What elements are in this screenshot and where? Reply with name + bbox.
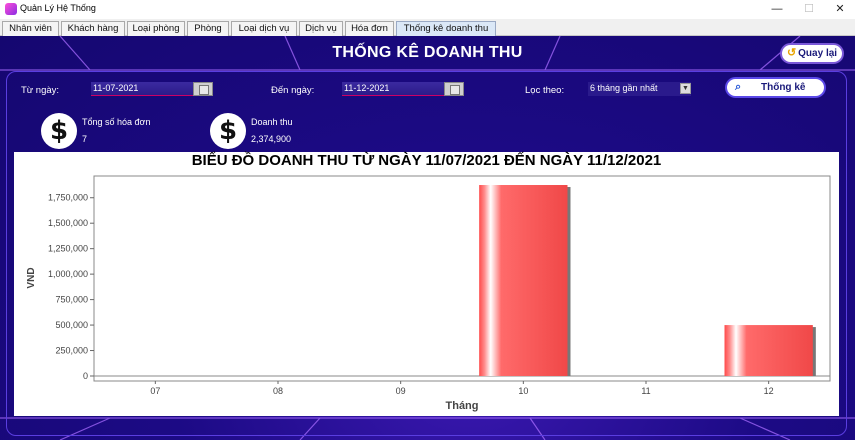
to-date-label: Đến ngày: <box>271 85 315 96</box>
bar <box>479 185 568 376</box>
y-tick-label: 0 <box>83 371 88 381</box>
back-button[interactable]: ↺ Quay lại <box>780 43 844 64</box>
statistics-panel: THỐNG KÊ DOANH THU ↺ Quay lại Từ ngày: 11… <box>0 36 855 440</box>
revenue-chart-panel: BIỂU ĐỒ DOANH THU TỪ NGÀY 11/07/2021 ĐẾN… <box>14 152 839 416</box>
revenue-value: 2,374,900 <box>251 134 292 144</box>
x-tick-label: 12 <box>764 386 774 396</box>
x-tick-label: 11 <box>641 386 650 396</box>
close-button[interactable]: ✕ <box>825 1 855 17</box>
tab-hoa-don[interactable]: Hóa đơn <box>345 21 394 36</box>
y-tick-label: 1,000,000 <box>48 269 88 279</box>
title-bar: Quản Lý Hệ Thống — ☐ ✕ <box>0 0 855 19</box>
page-title: THỐNG KÊ DOANH THU <box>332 44 523 61</box>
dollar-icon: $ <box>41 113 77 149</box>
app-icon <box>5 3 17 15</box>
chevron-down-icon[interactable]: ▼ <box>680 83 691 94</box>
invoice-count-label: Tổng số hóa đơn <box>82 117 151 127</box>
tab-khach-hang[interactable]: Khách hàng <box>61 21 125 36</box>
to-date-input[interactable]: 11-12-2021 <box>342 82 444 96</box>
x-axis-title: Tháng <box>446 400 479 412</box>
statistics-button-label: Thống kê <box>761 82 806 93</box>
tab-bar: Nhân viên Khách hàng Loại phòng Phòng Lo… <box>0 19 855 36</box>
y-tick-label: 250,000 <box>55 346 88 356</box>
tab-thong-ke-doanh-thu[interactable]: Thống kê doanh thu <box>396 21 496 36</box>
to-date-picker-button[interactable] <box>444 82 464 96</box>
x-tick-label: 07 <box>150 386 160 396</box>
tab-nhan-vien[interactable]: Nhân viên <box>2 21 59 36</box>
maximize-button[interactable]: ☐ <box>794 1 824 17</box>
filter-select-value: 6 tháng gần nhất <box>590 83 658 93</box>
back-button-label: Quay lại <box>798 48 838 59</box>
tab-loai-phong[interactable]: Loại phòng <box>127 21 185 36</box>
y-tick-label: 750,000 <box>55 295 88 305</box>
y-tick-label: 1,500,000 <box>48 218 88 228</box>
dollar-icon: $ <box>210 113 246 149</box>
minimize-button[interactable]: — <box>762 1 792 17</box>
plot-area <box>93 175 831 382</box>
revenue-label: Doanh thu <box>251 117 293 127</box>
y-tick-label: 1,750,000 <box>48 193 88 203</box>
tab-dich-vu[interactable]: Dịch vụ <box>299 21 343 36</box>
window-title: Quản Lý Hệ Thống <box>20 3 96 13</box>
invoice-count-value: 7 <box>82 134 88 144</box>
x-tick-label: 10 <box>518 386 528 396</box>
tab-loai-dich-vu[interactable]: Loại dịch vụ <box>231 21 297 36</box>
from-date-input[interactable]: 11-07-2021 <box>91 82 193 96</box>
filter-label: Lọc theo: <box>525 85 565 96</box>
revenue-chart: 0 250,000 500,000 750,000 1,000,000 1,250,000… <box>26 175 831 412</box>
statistics-button[interactable]: ⌕ Thống kê <box>725 77 826 98</box>
x-tick-label: 09 <box>396 386 406 396</box>
tab-phong[interactable]: Phòng <box>187 21 229 36</box>
bar <box>724 325 813 376</box>
from-date-picker-button[interactable] <box>193 82 213 96</box>
x-tick-label: 08 <box>273 386 283 396</box>
undo-arrow-icon: ↺ <box>786 47 797 59</box>
filter-select[interactable]: 6 tháng gần nhất ▼ <box>588 82 691 96</box>
y-axis-title: VND <box>26 267 37 288</box>
y-tick-label: 500,000 <box>55 320 88 330</box>
from-date-label: Từ ngày: <box>21 85 60 96</box>
search-icon: ⌕ <box>735 81 742 93</box>
y-tick-label: 1,250,000 <box>48 244 88 254</box>
